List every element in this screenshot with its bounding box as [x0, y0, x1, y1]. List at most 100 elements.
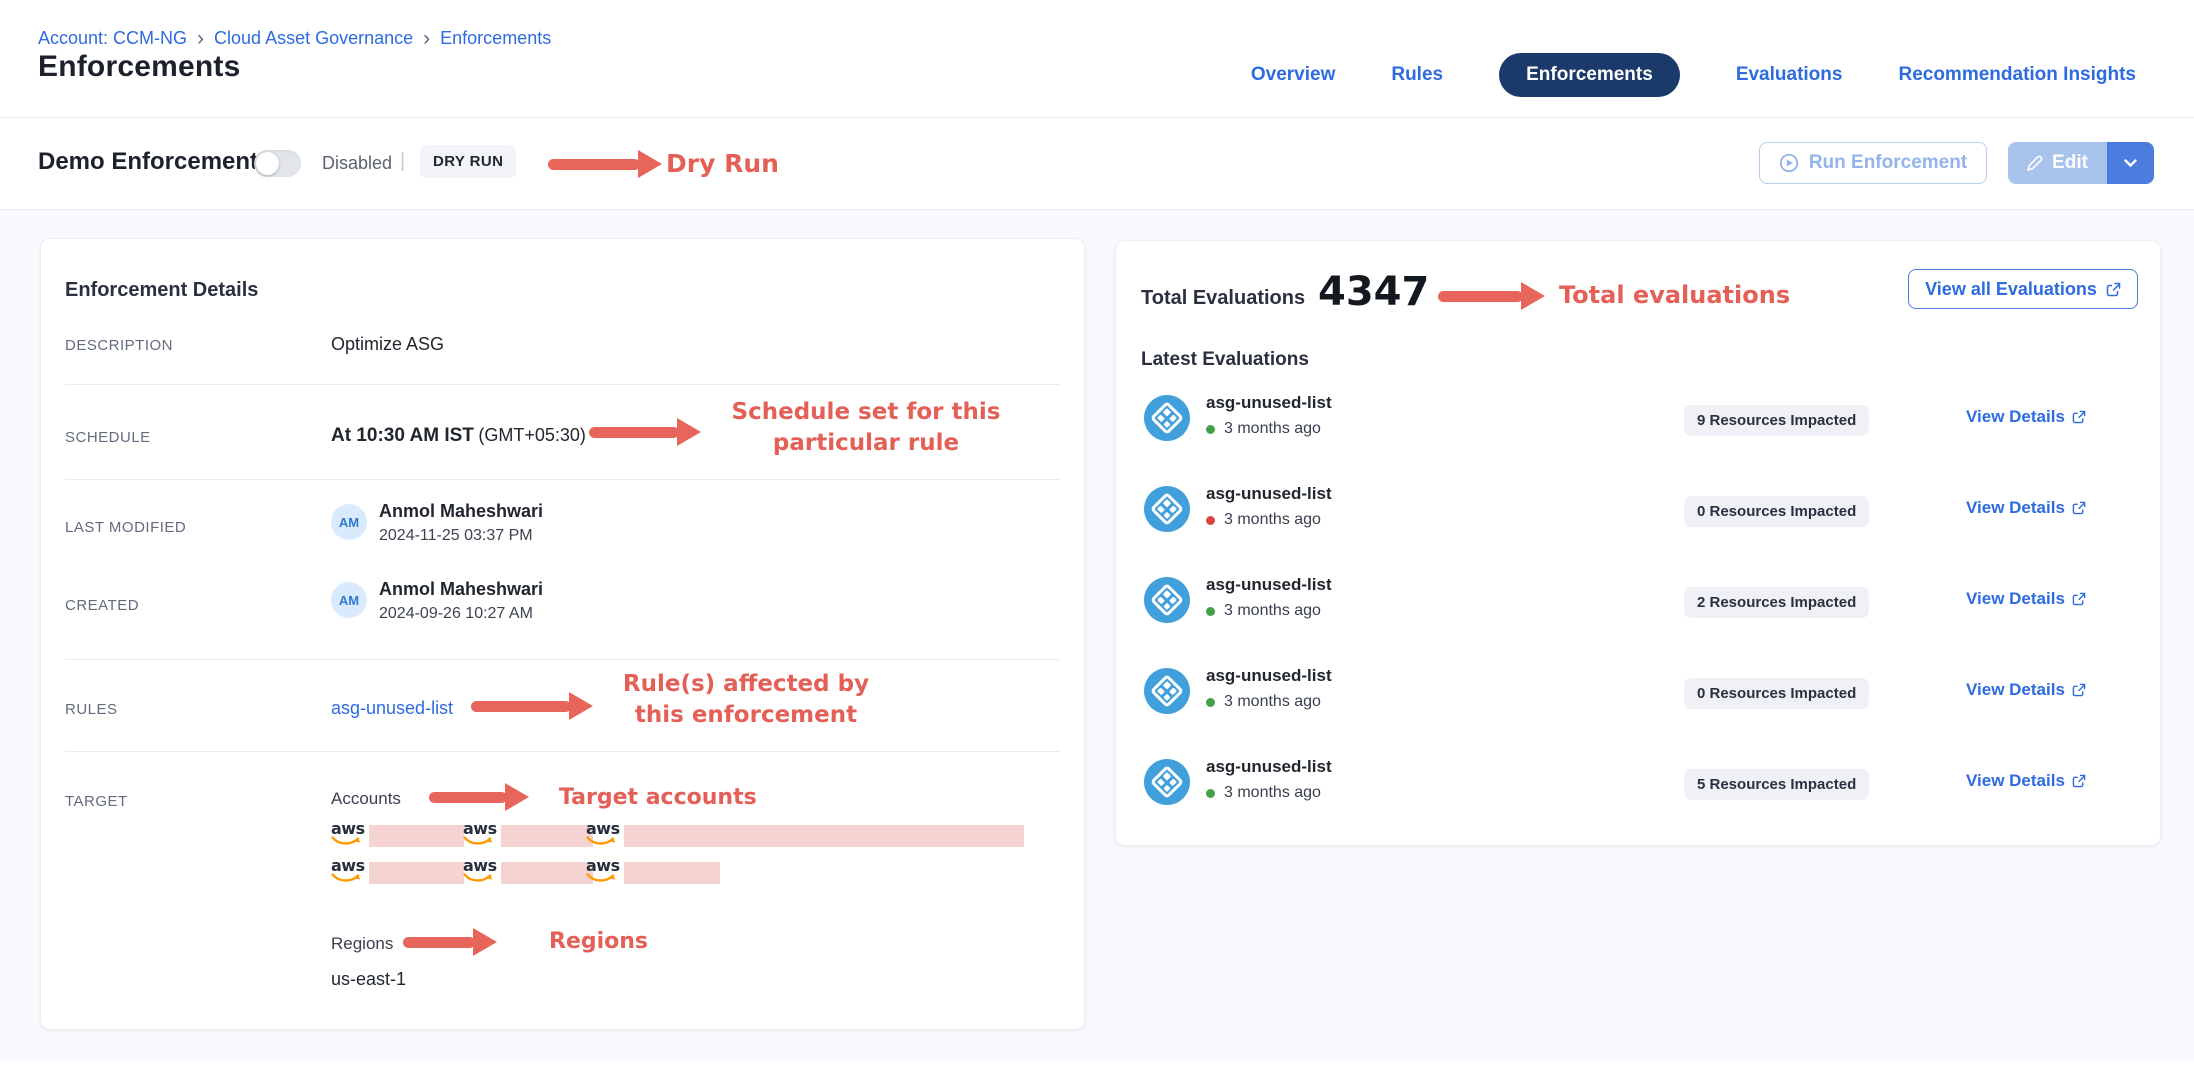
- avatar: AM: [331, 504, 367, 540]
- aws-logo-icon: aws: [463, 822, 495, 847]
- annotation-arrow: [548, 149, 662, 179]
- annotation-arrow: [589, 417, 701, 447]
- resources-impacted-badge: 0 Resources Impacted: [1684, 496, 1869, 527]
- tab-enforcements[interactable]: Enforcements: [1499, 53, 1680, 97]
- status-dot: [1206, 607, 1215, 616]
- created-name: Anmol Maheshwari: [379, 579, 543, 600]
- annotation-rules: Rule(s) affected by this enforcement: [601, 669, 891, 731]
- annotation-arrow: [429, 782, 529, 812]
- evaluation-row: asg-unused-list 3 months ago 0 Resources…: [1116, 664, 2160, 728]
- evaluation-rule-name: asg-unused-list: [1206, 757, 1332, 777]
- rule-icon: [1144, 577, 1190, 623]
- edit-split-button: Edit: [2008, 142, 2154, 184]
- external-link-icon: [2106, 282, 2121, 297]
- last-modified-label: LAST MODIFIED: [65, 519, 186, 536]
- external-link-icon: [2072, 592, 2086, 606]
- top-nav-tabs: Overview Rules Enforcements Evaluations …: [1251, 53, 2136, 97]
- breadcrumb: Account: CCM-NG › Cloud Asset Governance…: [38, 28, 551, 49]
- last-modified-date: 2024-11-25 03:37 PM: [379, 527, 543, 545]
- view-details-label: View Details: [1966, 771, 2065, 791]
- breadcrumb-enforcements[interactable]: Enforcements: [440, 28, 551, 49]
- redacted-account-id: [369, 862, 464, 884]
- created-value: Anmol Maheshwari 2024-09-26 10:27 AM: [379, 579, 543, 623]
- description-value: Optimize ASG: [331, 334, 444, 355]
- annotation-arrow: [471, 691, 593, 721]
- view-details-link[interactable]: View Details: [1966, 771, 2086, 791]
- external-link-icon: [2072, 683, 2086, 697]
- annotation-total-evaluations: Total evaluations: [1559, 281, 1790, 309]
- rule-link[interactable]: asg-unused-list: [331, 698, 453, 719]
- status-dot: [1206, 698, 1215, 707]
- evaluation-row: asg-unused-list 3 months ago 0 Resources…: [1116, 482, 2160, 546]
- edit-dropdown-button[interactable]: [2106, 142, 2154, 184]
- external-link-icon: [2072, 774, 2086, 788]
- total-evaluations-label: Total Evaluations: [1141, 287, 1305, 310]
- annotation-arrow: [1438, 281, 1545, 311]
- divider: [65, 384, 1060, 385]
- evaluation-row: asg-unused-list 3 months ago 2 Resources…: [1116, 573, 2160, 637]
- redacted-account-id: [501, 825, 593, 847]
- redacted-account-id: [624, 862, 720, 884]
- aws-account: aws: [331, 859, 464, 884]
- tab-evaluations[interactable]: Evaluations: [1736, 64, 1843, 86]
- tab-overview[interactable]: Overview: [1251, 64, 1336, 86]
- annotation-dry-run: Dry Run: [666, 149, 779, 178]
- details-card-title: Enforcement Details: [65, 279, 258, 302]
- evaluations-card: Total Evaluations 4347 Total evaluations…: [1115, 240, 2161, 846]
- tab-rules[interactable]: Rules: [1391, 64, 1443, 86]
- play-icon: [1779, 153, 1799, 173]
- divider: [65, 659, 1060, 660]
- evaluation-time: 3 months ago: [1224, 511, 1321, 529]
- avatar: AM: [331, 582, 367, 618]
- evaluation-rule-name: asg-unused-list: [1206, 393, 1332, 413]
- status-dot: [1206, 425, 1215, 434]
- edit-button[interactable]: Edit: [2008, 142, 2106, 184]
- run-enforcement-label: Run Enforcement: [1809, 152, 1967, 174]
- aws-logo-icon: aws: [331, 822, 363, 847]
- rules-label: RULES: [65, 701, 118, 718]
- enabled-toggle[interactable]: [254, 150, 301, 177]
- last-modified-value: Anmol Maheshwari 2024-11-25 03:37 PM: [379, 501, 543, 545]
- enforcement-details-card: Enforcement Details DESCRIPTION Optimize…: [40, 238, 1085, 1030]
- breadcrumb-governance[interactable]: Cloud Asset Governance: [214, 28, 413, 49]
- chevron-down-icon: [2123, 158, 2138, 168]
- divider: [65, 479, 1060, 480]
- breadcrumb-account[interactable]: Account: CCM-NG: [38, 28, 187, 49]
- status-dot: [1206, 789, 1215, 798]
- created-label: CREATED: [65, 597, 139, 614]
- view-details-label: View Details: [1966, 680, 2065, 700]
- tab-recommendation-insights[interactable]: Recommendation Insights: [1898, 64, 2136, 86]
- aws-logo-icon: aws: [331, 859, 363, 884]
- resources-impacted-badge: 2 Resources Impacted: [1684, 587, 1869, 618]
- view-details-label: View Details: [1966, 407, 2065, 427]
- aws-account: aws: [586, 859, 720, 884]
- view-details-link[interactable]: View Details: [1966, 407, 2086, 427]
- view-details-link[interactable]: View Details: [1966, 498, 2086, 518]
- annotation-regions: Regions: [549, 929, 648, 954]
- toggle-status-label: Disabled: [322, 153, 392, 174]
- annotation-arrow: [403, 927, 497, 957]
- toggle-knob: [256, 152, 279, 175]
- page-title: Enforcements: [38, 50, 240, 84]
- schedule-label: SCHEDULE: [65, 429, 151, 446]
- view-all-evaluations-button[interactable]: View all Evaluations: [1908, 269, 2138, 309]
- dry-run-badge: DRY RUN: [420, 145, 516, 178]
- view-details-link[interactable]: View Details: [1966, 680, 2086, 700]
- resources-impacted-badge: 5 Resources Impacted: [1684, 769, 1869, 800]
- evaluation-time: 3 months ago: [1224, 693, 1321, 711]
- region-value: us-east-1: [331, 969, 406, 990]
- view-details-label: View Details: [1966, 498, 2065, 518]
- header-divider: [0, 117, 2194, 118]
- resources-impacted-badge: 9 Resources Impacted: [1684, 405, 1869, 436]
- view-details-link[interactable]: View Details: [1966, 589, 2086, 609]
- run-enforcement-button[interactable]: Run Enforcement: [1759, 142, 1987, 184]
- schedule-time: At 10:30 AM IST: [331, 425, 474, 446]
- evaluation-rule-name: asg-unused-list: [1206, 666, 1332, 686]
- evaluation-row: asg-unused-list 3 months ago 9 Resources…: [1116, 391, 2160, 455]
- evaluation-time: 3 months ago: [1224, 784, 1321, 802]
- redacted-account-id: [369, 825, 464, 847]
- evaluation-time: 3 months ago: [1224, 420, 1321, 438]
- status-dot: [1206, 516, 1215, 525]
- pencil-icon: [2026, 155, 2043, 172]
- total-evaluations-value: 4347: [1318, 269, 1429, 315]
